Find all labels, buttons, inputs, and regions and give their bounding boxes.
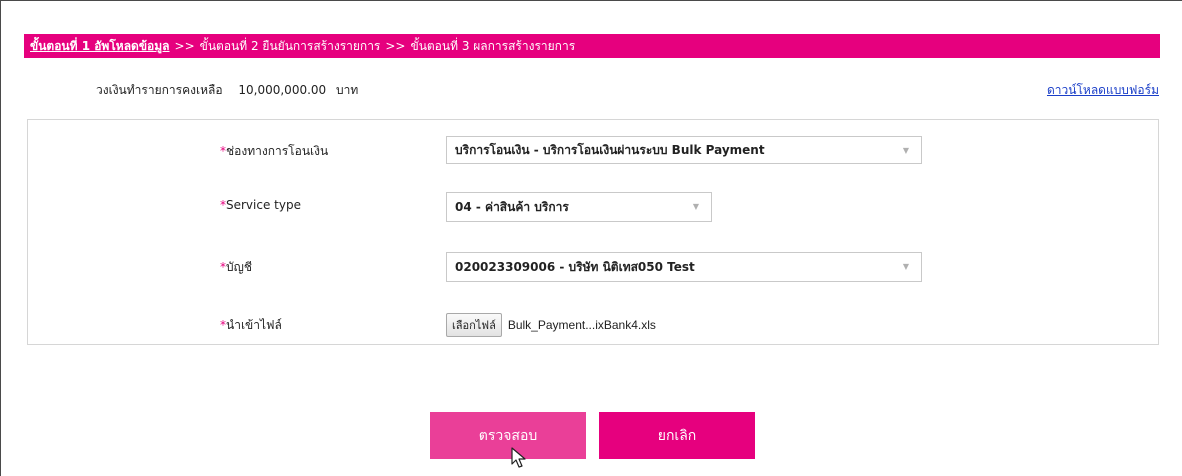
step-2-confirm: ขั้นตอนที่ 2 ยืนยันการสร้างรายการ: [199, 38, 381, 53]
import-file-label: *นำเข้าไฟล์: [220, 318, 282, 332]
step-1-upload[interactable]: ขั้นตอนที่ 1 อัพโหลดข้อมูล: [24, 37, 170, 56]
channel-row: *ช่องทางการโอนเงิน บริการโอนเงิน - บริกา…: [28, 136, 1158, 166]
balance-label: วงเงินทำรายการคงเหลือ: [96, 83, 223, 97]
account-select[interactable]: 020023309006 - บริษัท นิติเทส050 Test ▼: [446, 252, 922, 282]
service-type-select[interactable]: 04 - ค่าสินค้า บริการ ▼: [446, 192, 712, 222]
upload-page: ขั้นตอนที่ 1 อัพโหลดข้อมูล >> ขั้นตอนที่…: [0, 0, 1182, 476]
download-form-link[interactable]: ดาวน์โหลดแบบฟอร์ม: [1047, 81, 1159, 100]
step-separator: >>: [174, 39, 195, 53]
dropdown-arrow-icon: ▼: [692, 202, 699, 211]
choose-file-button[interactable]: เลือกไฟล์: [446, 313, 502, 337]
dropdown-arrow-icon: ▼: [902, 262, 909, 271]
service-type-row: *Service type 04 - ค่าสินค้า บริการ ▼: [28, 192, 1158, 222]
channel-select[interactable]: บริการโอนเงิน - บริการโอนเงินผ่านระบบ Bu…: [446, 136, 922, 164]
account-row: *บัญชี 020023309006 - บริษัท นิติเทส050 …: [28, 252, 1158, 282]
account-label: *บัญชี: [220, 260, 252, 274]
import-file-row: *นำเข้าไฟล์ เลือกไฟล์ Bulk_Payment...ixB…: [28, 310, 1158, 340]
account-select-value: 020023309006 - บริษัท นิติเทส050 Test: [455, 259, 695, 274]
step-progress-bar: ขั้นตอนที่ 1 อัพโหลดข้อมูล >> ขั้นตอนที่…: [24, 34, 1160, 58]
mouse-pointer-icon: [511, 447, 526, 468]
service-type-label: *Service type: [220, 198, 301, 212]
step-separator: >>: [385, 39, 406, 53]
check-button[interactable]: ตรวจสอบ: [430, 412, 586, 459]
upload-form: *ช่องทางการโอนเงิน บริการโอนเงิน - บริกา…: [27, 119, 1159, 345]
balance-unit: บาท: [336, 83, 359, 97]
channel-select-value: บริการโอนเงิน - บริการโอนเงินผ่านระบบ Bu…: [455, 142, 765, 157]
cancel-button[interactable]: ยกเลิก: [599, 412, 755, 459]
file-input[interactable]: เลือกไฟล์ Bulk_Payment...ixBank4.xls: [446, 313, 656, 337]
service-type-select-value: 04 - ค่าสินค้า บริการ: [455, 199, 569, 214]
remaining-balance: วงเงินทำรายการคงเหลือ 10,000,000.00 บาท: [96, 81, 358, 100]
step-3-result: ขั้นตอนที่ 3 ผลการสร้างรายการ: [410, 38, 576, 53]
balance-amount: 10,000,000.00: [238, 83, 327, 97]
channel-label: *ช่องทางการโอนเงิน: [220, 144, 329, 158]
selected-file-name: Bulk_Payment...ixBank4.xls: [507, 318, 656, 332]
dropdown-arrow-icon: ▼: [902, 146, 909, 155]
